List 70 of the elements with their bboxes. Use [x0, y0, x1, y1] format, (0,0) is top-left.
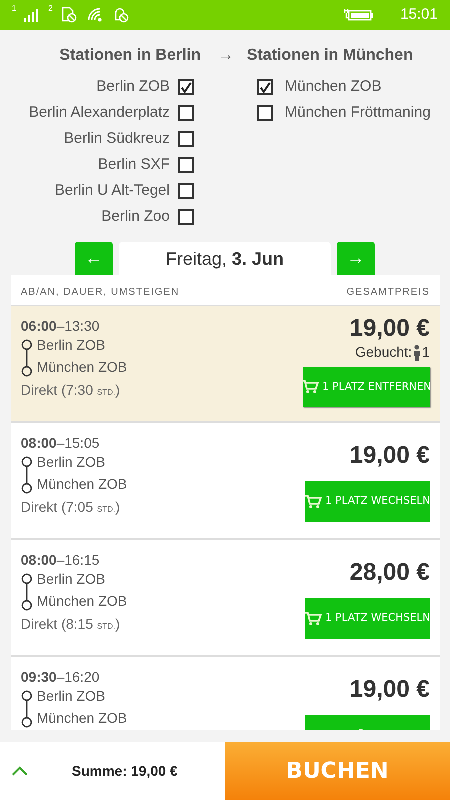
- cart-icon: [304, 612, 322, 626]
- sim-number: 2: [48, 5, 53, 13]
- time-range: 08:00–15:05: [21, 434, 101, 453]
- person-icon: [412, 344, 422, 361]
- wifi-icon: [86, 7, 103, 23]
- duration-text: Direkt (7:05 STD.): [21, 498, 122, 517]
- station-name: Berlin ZOB: [37, 687, 106, 706]
- column-heading: Stationen in München: [247, 46, 414, 66]
- station-label: München Fröttmaning: [285, 102, 431, 123]
- station-label: Berlin Alexanderplatz: [29, 102, 170, 123]
- price-text: 19,00 €: [348, 316, 430, 342]
- column-header: GESAMTPREIS: [346, 286, 430, 300]
- route-icon: [21, 690, 33, 728]
- column-heading: Stationen in Berlin: [58, 46, 202, 66]
- station-name: München ZOB: [37, 592, 128, 611]
- time-range: 06:00–13:30: [21, 317, 101, 336]
- station-name: München ZOB: [37, 475, 128, 494]
- station-name: Berlin ZOB: [37, 570, 106, 589]
- cart-button[interactable]: 1 PLATZ WECHSELN: [305, 481, 430, 522]
- cart-button[interactable]: 1 PLATZ ENTFERNEN: [303, 367, 430, 408]
- checkbox[interactable]: [178, 209, 194, 225]
- previous-day-button[interactable]: ←: [75, 242, 113, 275]
- clock-time: 15:01: [400, 4, 438, 25]
- checkbox[interactable]: [257, 79, 273, 95]
- cart-icon: [304, 494, 322, 509]
- checkbox[interactable]: [257, 105, 273, 121]
- checkbox[interactable]: [178, 183, 194, 199]
- checkbox[interactable]: [178, 79, 194, 95]
- time-range: 08:00–16:15: [21, 551, 101, 570]
- duration-text: Direkt (7:30 STD.): [21, 381, 122, 400]
- station-label: Berlin ZOB: [96, 76, 170, 97]
- price-text: 19,00 €: [348, 443, 430, 470]
- time-range: 09:30–16:20: [21, 668, 101, 687]
- duration-text: Direkt (8:15 STD.): [21, 615, 122, 634]
- booked-count: Gebucht: 1: [354, 343, 430, 363]
- checkbox[interactable]: [178, 131, 194, 147]
- sim-number: 1: [12, 5, 16, 13]
- route-icon: [21, 339, 33, 377]
- station-label: Berlin U Alt-Tegel: [54, 180, 170, 201]
- station-name: Berlin ZOB: [37, 336, 106, 355]
- book-button[interactable]: BUCHEN: [225, 742, 450, 800]
- signal-icon: [24, 8, 38, 22]
- check-icon: [180, 82, 192, 92]
- arrow-text: →: [217, 46, 235, 66]
- price-text: 19,00 €: [348, 677, 430, 704]
- station-name: München ZOB: [37, 358, 128, 377]
- station-label: Berlin SXF: [98, 154, 170, 175]
- station-label: München ZOB: [285, 76, 382, 97]
- station-label: Berlin Zoo: [102, 206, 170, 227]
- notification-off-icon: [112, 7, 129, 23]
- station-name: München ZOB: [37, 709, 128, 728]
- next-day-button[interactable]: →: [337, 242, 375, 275]
- battery-charging-icon: [343, 8, 374, 22]
- trip-row[interactable]: 06:00–13:30 Berlin ZOB München ZOB Direkt (7:30 STD.) 19,00 € Gebucht: 1 1 PLATZ ENTFERNEN: [11, 306, 440, 423]
- check-icon: [260, 82, 270, 92]
- route-icon: [21, 573, 33, 611]
- sum-text: Summe: 19,00 €: [72, 762, 178, 780]
- station-label: Berlin Südkreuz: [64, 128, 170, 149]
- trip-row[interactable]: 08:00–16:15 Berlin ZOB München ZOB Direkt (8:15 STD.) 28,00 € 1 PLATZ WECHSELN: [11, 540, 440, 657]
- trip-row[interactable]: 08:00–15:05 Berlin ZOB München ZOB Direkt (7:05 STD.) 19,00 € 1 PLATZ WECHSELN: [11, 423, 440, 540]
- checkbox[interactable]: [178, 105, 194, 121]
- expand-icon[interactable]: [12, 765, 28, 777]
- column-header: AB/AN, DAUER, UMSTEIGEN: [21, 286, 180, 300]
- checkbox[interactable]: [178, 157, 194, 173]
- no-sim-icon: [60, 7, 77, 23]
- cart-button[interactable]: 1 PLATZ WECHSELN: [305, 598, 430, 640]
- station-name: Berlin ZOB: [37, 453, 106, 472]
- cart-icon: [302, 380, 319, 394]
- route-icon: [21, 456, 33, 494]
- price-text: 28,00 €: [348, 560, 430, 586]
